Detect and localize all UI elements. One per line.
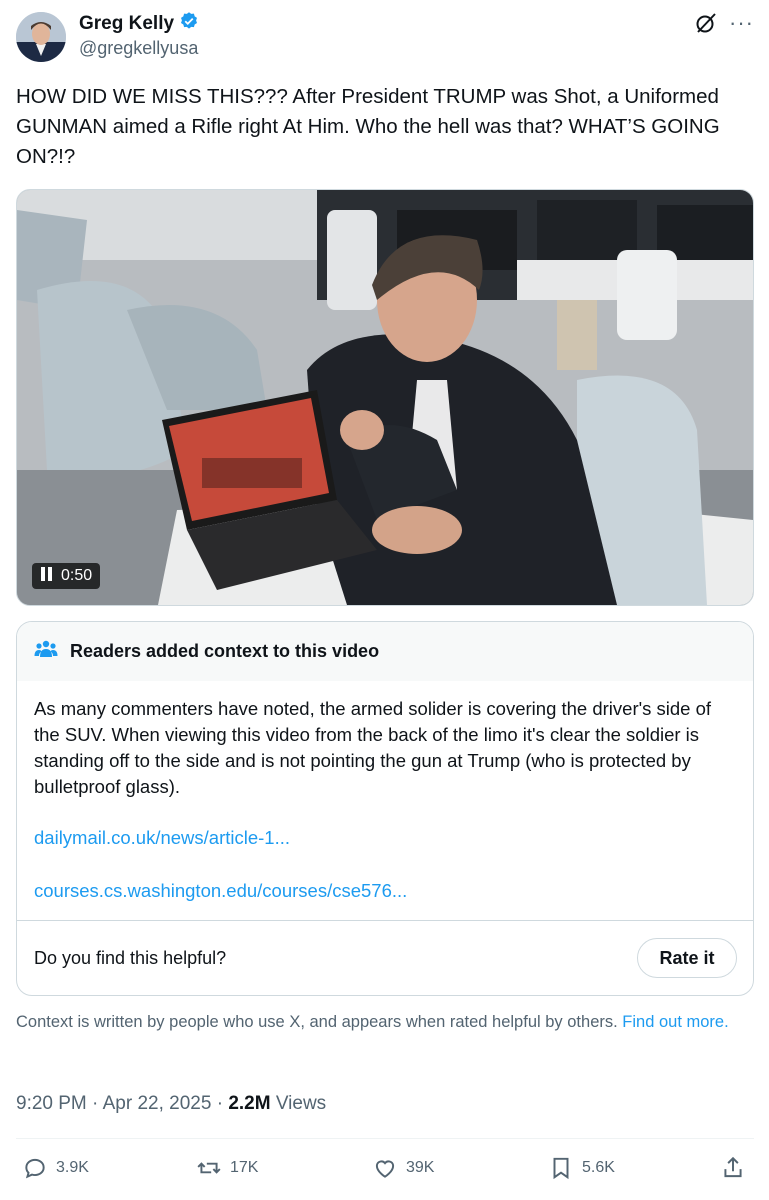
divider bbox=[17, 920, 753, 921]
community-note-title: Readers added context to this video bbox=[70, 641, 380, 661]
share-button[interactable] bbox=[720, 1155, 746, 1181]
tweet-date[interactable]: Apr 22, 2025 bbox=[103, 1093, 212, 1114]
repost-button[interactable]: 17K bbox=[196, 1155, 258, 1181]
repost-count: 17K bbox=[230, 1159, 259, 1176]
community-notes-icon bbox=[34, 639, 58, 664]
community-note: Readers added context to this video As m… bbox=[16, 621, 754, 996]
note-source-link-2[interactable]: courses.cs.washington.edu/courses/cse576… bbox=[34, 880, 407, 902]
tweet-meta: 9:20 PM · Apr 22, 2025 · 2.2M Views bbox=[16, 1093, 326, 1115]
tweet-text: HOW DID WE MISS THIS??? After President … bbox=[16, 85, 720, 168]
video-frame bbox=[17, 190, 753, 605]
community-note-body: As many commenters have noted, the armed… bbox=[34, 698, 712, 797]
bookmark-icon bbox=[553, 1157, 569, 1180]
tweet-time[interactable]: 9:20 PM bbox=[16, 1093, 87, 1114]
video-duration: 0:50 bbox=[61, 567, 93, 584]
author-name[interactable]: Greg Kelly bbox=[79, 13, 174, 35]
author-avatar[interactable] bbox=[16, 12, 66, 62]
pause-icon[interactable] bbox=[40, 566, 54, 587]
share-icon bbox=[724, 1156, 742, 1178]
rate-it-button[interactable]: Rate it bbox=[637, 938, 737, 978]
bookmark-count: 5.6K bbox=[582, 1159, 615, 1176]
repost-icon bbox=[197, 1162, 221, 1174]
reply-button[interactable]: 3.9K bbox=[22, 1155, 89, 1181]
footnote-suffix: . bbox=[724, 1013, 729, 1031]
avatar-image bbox=[16, 12, 66, 62]
find-out-more-link[interactable]: Find out more bbox=[622, 1013, 724, 1031]
author-name-row[interactable]: Greg Kelly bbox=[79, 11, 199, 37]
footnote-text: Context is written by people who use X, … bbox=[16, 1013, 623, 1031]
helpful-question: Do you find this helpful? bbox=[34, 948, 227, 968]
note-source-link-1[interactable]: dailymail.co.uk/news/article-1... bbox=[34, 827, 290, 849]
like-button[interactable]: 39K bbox=[372, 1155, 434, 1181]
views-label: Views bbox=[275, 1093, 327, 1114]
divider bbox=[16, 1138, 754, 1139]
views-count: 2.2M bbox=[228, 1093, 271, 1114]
like-count: 39K bbox=[406, 1159, 435, 1176]
grok-icon[interactable] bbox=[694, 11, 718, 35]
reply-count: 3.9K bbox=[56, 1159, 89, 1176]
bookmark-button[interactable]: 5.6K bbox=[548, 1155, 615, 1181]
like-icon bbox=[375, 1160, 395, 1178]
verified-badge-icon bbox=[179, 11, 199, 37]
video-duration-badge[interactable]: 0:50 bbox=[32, 563, 101, 589]
author-handle[interactable]: @gregkellyusa bbox=[79, 38, 198, 59]
context-footnote: Context is written by people who use X, … bbox=[16, 1012, 751, 1033]
more-icon[interactable]: ··· bbox=[729, 10, 754, 36]
meta-separator: · bbox=[92, 1093, 99, 1114]
meta-separator: · bbox=[216, 1093, 224, 1114]
reply-icon bbox=[25, 1158, 45, 1179]
community-note-header: Readers added context to this video bbox=[17, 622, 753, 681]
video-player[interactable] bbox=[16, 189, 754, 606]
